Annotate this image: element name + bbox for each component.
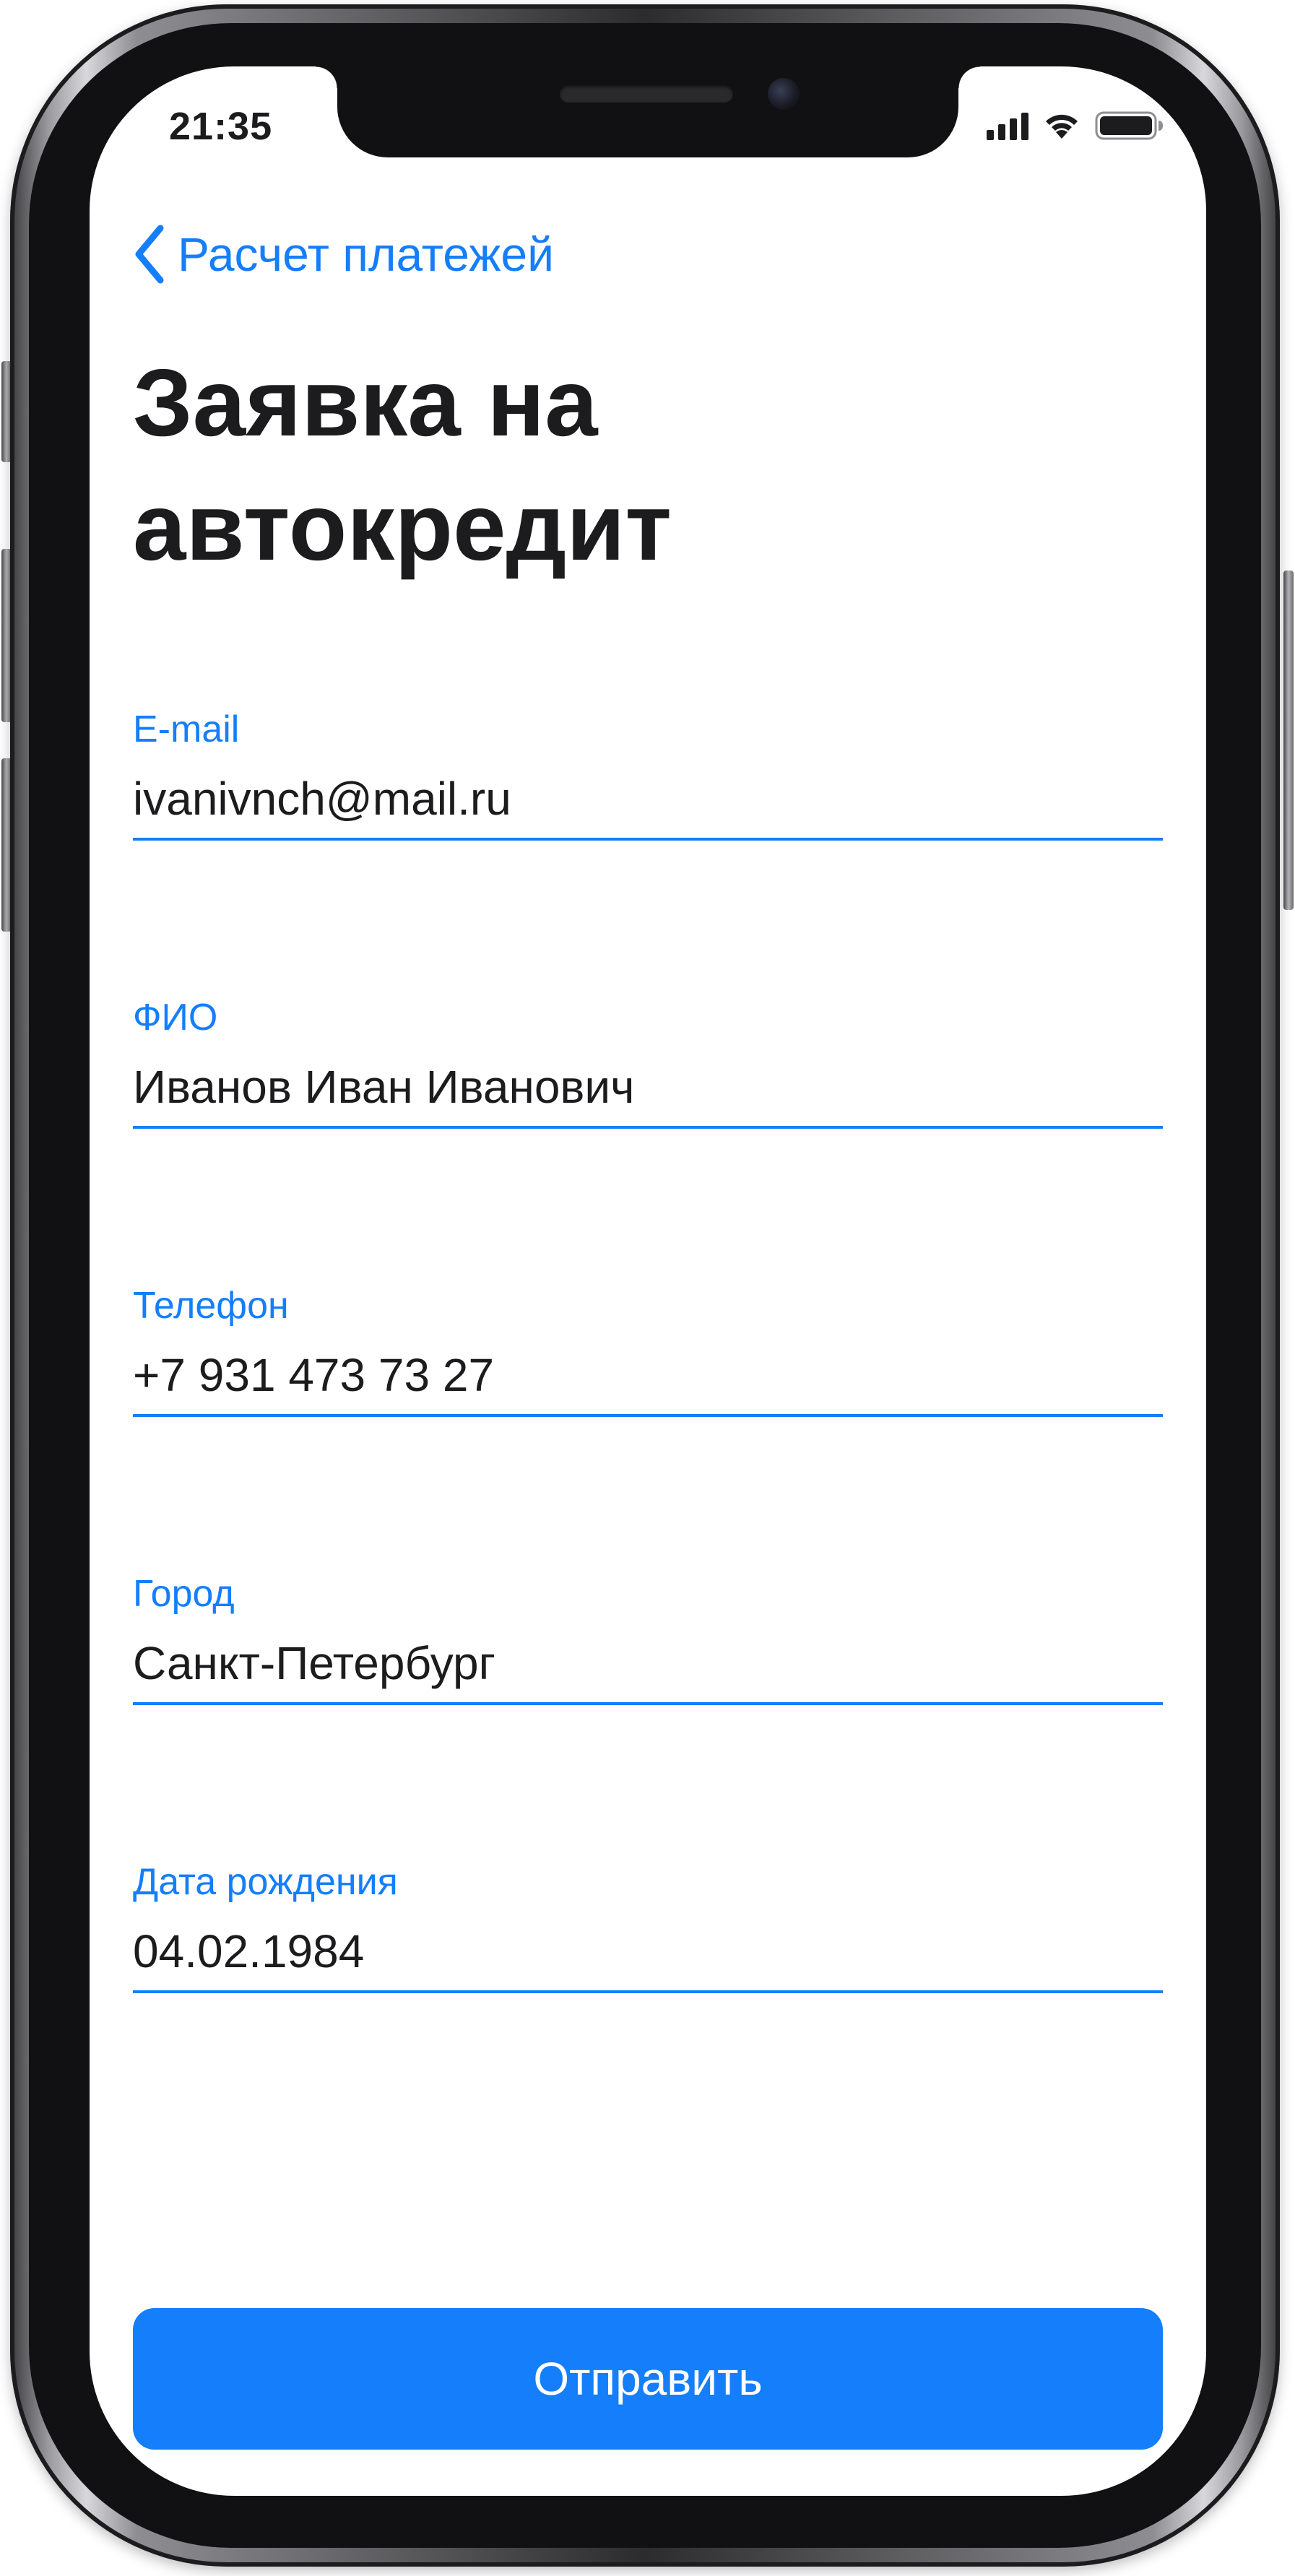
back-button[interactable]: Расчет платежей [133,224,554,285]
back-button-label: Расчет платежей [178,227,554,281]
notch [316,66,980,157]
email-field-group: E-mail [133,708,1163,841]
phone-field[interactable] [133,1348,1163,1417]
wifi-icon [1043,111,1080,140]
status-icons [987,110,1164,142]
power-button [1283,571,1294,910]
full-name-field[interactable] [133,1059,1163,1129]
email-field[interactable] [133,771,1163,841]
cellular-signal-icon [987,111,1028,140]
full-name-field-label: ФИО [133,997,218,1038]
phone-screen: 21:35 Расчет платежей Заявка на автокред… [90,66,1206,2496]
page-title: Заявка на автокредит [133,350,672,580]
full-name-field-group: ФИО [133,996,1163,1129]
birth-date-field[interactable] [133,1924,1163,1993]
status-time: 21:35 [169,105,273,148]
front-camera [768,78,800,110]
submit-button[interactable]: Отправить [133,2308,1163,2450]
birth-date-field-label: Дата рождения [133,1861,398,1903]
phone-field-label: Телефон [133,1285,289,1327]
earpiece-speaker [560,85,733,103]
birth-date-field-group: Дата рождения [133,1860,1163,1993]
battery-icon [1095,110,1164,142]
email-field-label: E-mail [133,708,240,750]
city-field[interactable] [133,1636,1163,1705]
chevron-left-icon [133,224,165,285]
city-field-group: Город [133,1572,1163,1705]
phone-field-group: Телефон [133,1284,1163,1417]
city-field-label: Город [133,1573,235,1615]
device-mockup: 21:35 Расчет платежей Заявка на автокред… [0,0,1295,2576]
